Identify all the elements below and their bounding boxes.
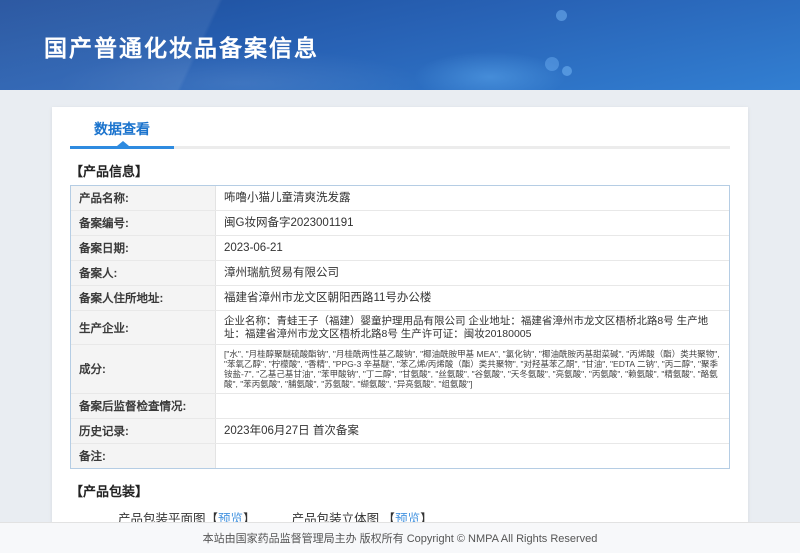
- tab-bar: 数据查看: [70, 119, 730, 151]
- table-row-history: 历史记录: 2023年06月27日 首次备案: [71, 419, 729, 444]
- row-value: ["水", "月桂醇聚醚硫酸酯钠", "月桂酰两性基乙酸钠", "椰油酰胺甲基 …: [224, 349, 720, 389]
- tab-divider: [70, 141, 730, 149]
- table-row-remarks: 备注:: [71, 444, 729, 468]
- page-title: 国产普通化妆品备案信息: [44, 35, 319, 61]
- row-value: 咘噜小猫儿童清爽洗发露: [224, 192, 351, 204]
- tab-active-indicator: [70, 141, 174, 149]
- tab-pointer-icon: [117, 141, 129, 146]
- banner-decoration-circle: [545, 57, 559, 71]
- row-label: 历史记录:: [71, 419, 216, 443]
- footer-text: 本站由国家药品监督管理局主办 版权所有 Copyright © NMPA All…: [202, 533, 598, 545]
- row-value: 2023-06-21: [224, 242, 283, 254]
- table-row-supervision: 备案后监督检查情况:: [71, 394, 729, 419]
- table-row-registration-number: 备案编号: 闽G妆网备字2023001191: [71, 211, 729, 236]
- banner-decoration: [415, 52, 565, 90]
- table-row-product-name: 产品名称: 咘噜小猫儿童清爽洗发露: [71, 186, 729, 211]
- row-value: [216, 444, 729, 468]
- row-label: 备注:: [71, 444, 216, 468]
- row-value: 闽G妆网备字2023001191: [224, 217, 354, 229]
- page: 国产普通化妆品备案信息 数据查看 【产品信息】 产品名称: 咘噜小猫儿童清爽洗发…: [0, 0, 800, 553]
- content-card: 数据查看 【产品信息】 产品名称: 咘噜小猫儿童清爽洗发露 备案编号: 闽G妆网…: [52, 107, 748, 553]
- section-title-product-info: 【产品信息】: [70, 164, 149, 179]
- banner-decoration-circle: [556, 10, 567, 21]
- tab-data-view-label: 数据查看: [94, 121, 150, 137]
- header-banner: 国产普通化妆品备案信息: [0, 0, 800, 90]
- table-row-ingredients: 成分: ["水", "月桂醇聚醚硫酸酯钠", "月桂酰两性基乙酸钠", "椰油酰…: [71, 345, 729, 394]
- row-label: 成分:: [71, 345, 216, 393]
- row-label: 备案编号:: [71, 211, 216, 235]
- row-value: 漳州瑞航贸易有限公司: [224, 267, 339, 279]
- row-label: 备案日期:: [71, 236, 216, 260]
- tab-data-view[interactable]: 数据查看: [70, 119, 174, 139]
- row-value: [216, 394, 729, 418]
- row-label: 备案人住所地址:: [71, 286, 216, 310]
- footer: 本站由国家药品监督管理局主办 版权所有 Copyright © NMPA All…: [0, 522, 800, 553]
- row-label: 备案后监督检查情况:: [71, 394, 216, 418]
- table-row-registrant-address: 备案人住所地址: 福建省漳州市龙文区朝阳西路11号办公楼: [71, 286, 729, 311]
- table-row-registrant: 备案人: 漳州瑞航贸易有限公司: [71, 261, 729, 286]
- banner-decoration-circle: [562, 66, 572, 76]
- row-label: 产品名称:: [71, 186, 216, 210]
- row-value: 2023年06月27日 首次备案: [224, 425, 359, 437]
- row-value: 福建省漳州市龙文区朝阳西路11号办公楼: [224, 292, 432, 304]
- product-info-table: 产品名称: 咘噜小猫儿童清爽洗发露 备案编号: 闽G妆网备字2023001191…: [70, 185, 730, 469]
- table-row-manufacturer: 生产企业: 企业名称：青蛙王子（福建）婴童护理用品有限公司 企业地址：福建省漳州…: [71, 311, 729, 345]
- row-value: 企业名称：青蛙王子（福建）婴童护理用品有限公司 企业地址：福建省漳州市龙文区梧桥…: [224, 315, 709, 340]
- table-row-registration-date: 备案日期: 2023-06-21: [71, 236, 729, 261]
- row-label: 备案人:: [71, 261, 216, 285]
- row-label: 生产企业:: [71, 311, 216, 344]
- section-title-packaging: 【产品包装】: [70, 484, 149, 499]
